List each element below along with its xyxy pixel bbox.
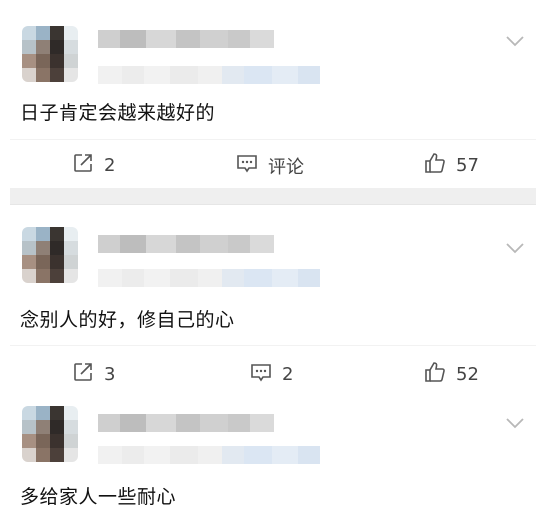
comment-icon [250,361,272,388]
avatar[interactable] [22,406,78,462]
post-meta [98,66,320,84]
post-meta [98,446,320,464]
comment-card: 日子肯定会越来越好的 2 评论 57 [10,8,536,188]
like-button[interactable]: 57 [424,152,479,179]
card-separator [10,188,536,204]
avatar[interactable] [22,227,78,283]
repost-button[interactable]: 3 [72,361,115,388]
comment-icon [236,152,258,179]
repost-count: 3 [104,364,116,385]
thumbs-up-icon [424,152,446,179]
repost-icon [72,361,94,388]
like-count: 57 [456,155,479,176]
post-meta [98,269,320,287]
repost-icon [72,152,94,179]
divider [10,139,536,140]
comment-text: 日子肯定会越来越好的 [20,102,216,124]
avatar[interactable] [22,26,78,82]
repost-button[interactable]: 2 [72,152,115,179]
chevron-down-icon[interactable] [504,412,526,434]
chevron-down-icon[interactable] [504,30,526,52]
username[interactable] [98,414,274,432]
comment-label: 评论 [268,156,304,178]
like-button[interactable]: 52 [424,361,479,388]
comment-card: 多给家人一些耐心 [10,400,536,510]
username[interactable] [98,235,274,253]
comment-button[interactable]: 2 [250,361,293,388]
chevron-down-icon[interactable] [504,237,526,259]
username[interactable] [98,30,274,48]
comment-button[interactable]: 评论 [236,152,304,179]
comment-card: 念别人的好，修自己的心 3 2 52 [10,204,536,400]
like-count: 52 [456,364,479,385]
comment-text: 多给家人一些耐心 [20,486,177,508]
comment-text: 念别人的好，修自己的心 [20,309,235,331]
comment-feed: 日子肯定会越来越好的 2 评论 57 念别人的好，修自己的心 3 2 52 多给… [10,8,536,510]
repost-count: 2 [104,155,116,176]
thumbs-up-icon [424,361,446,388]
comment-count: 2 [282,364,294,385]
divider [10,345,536,346]
